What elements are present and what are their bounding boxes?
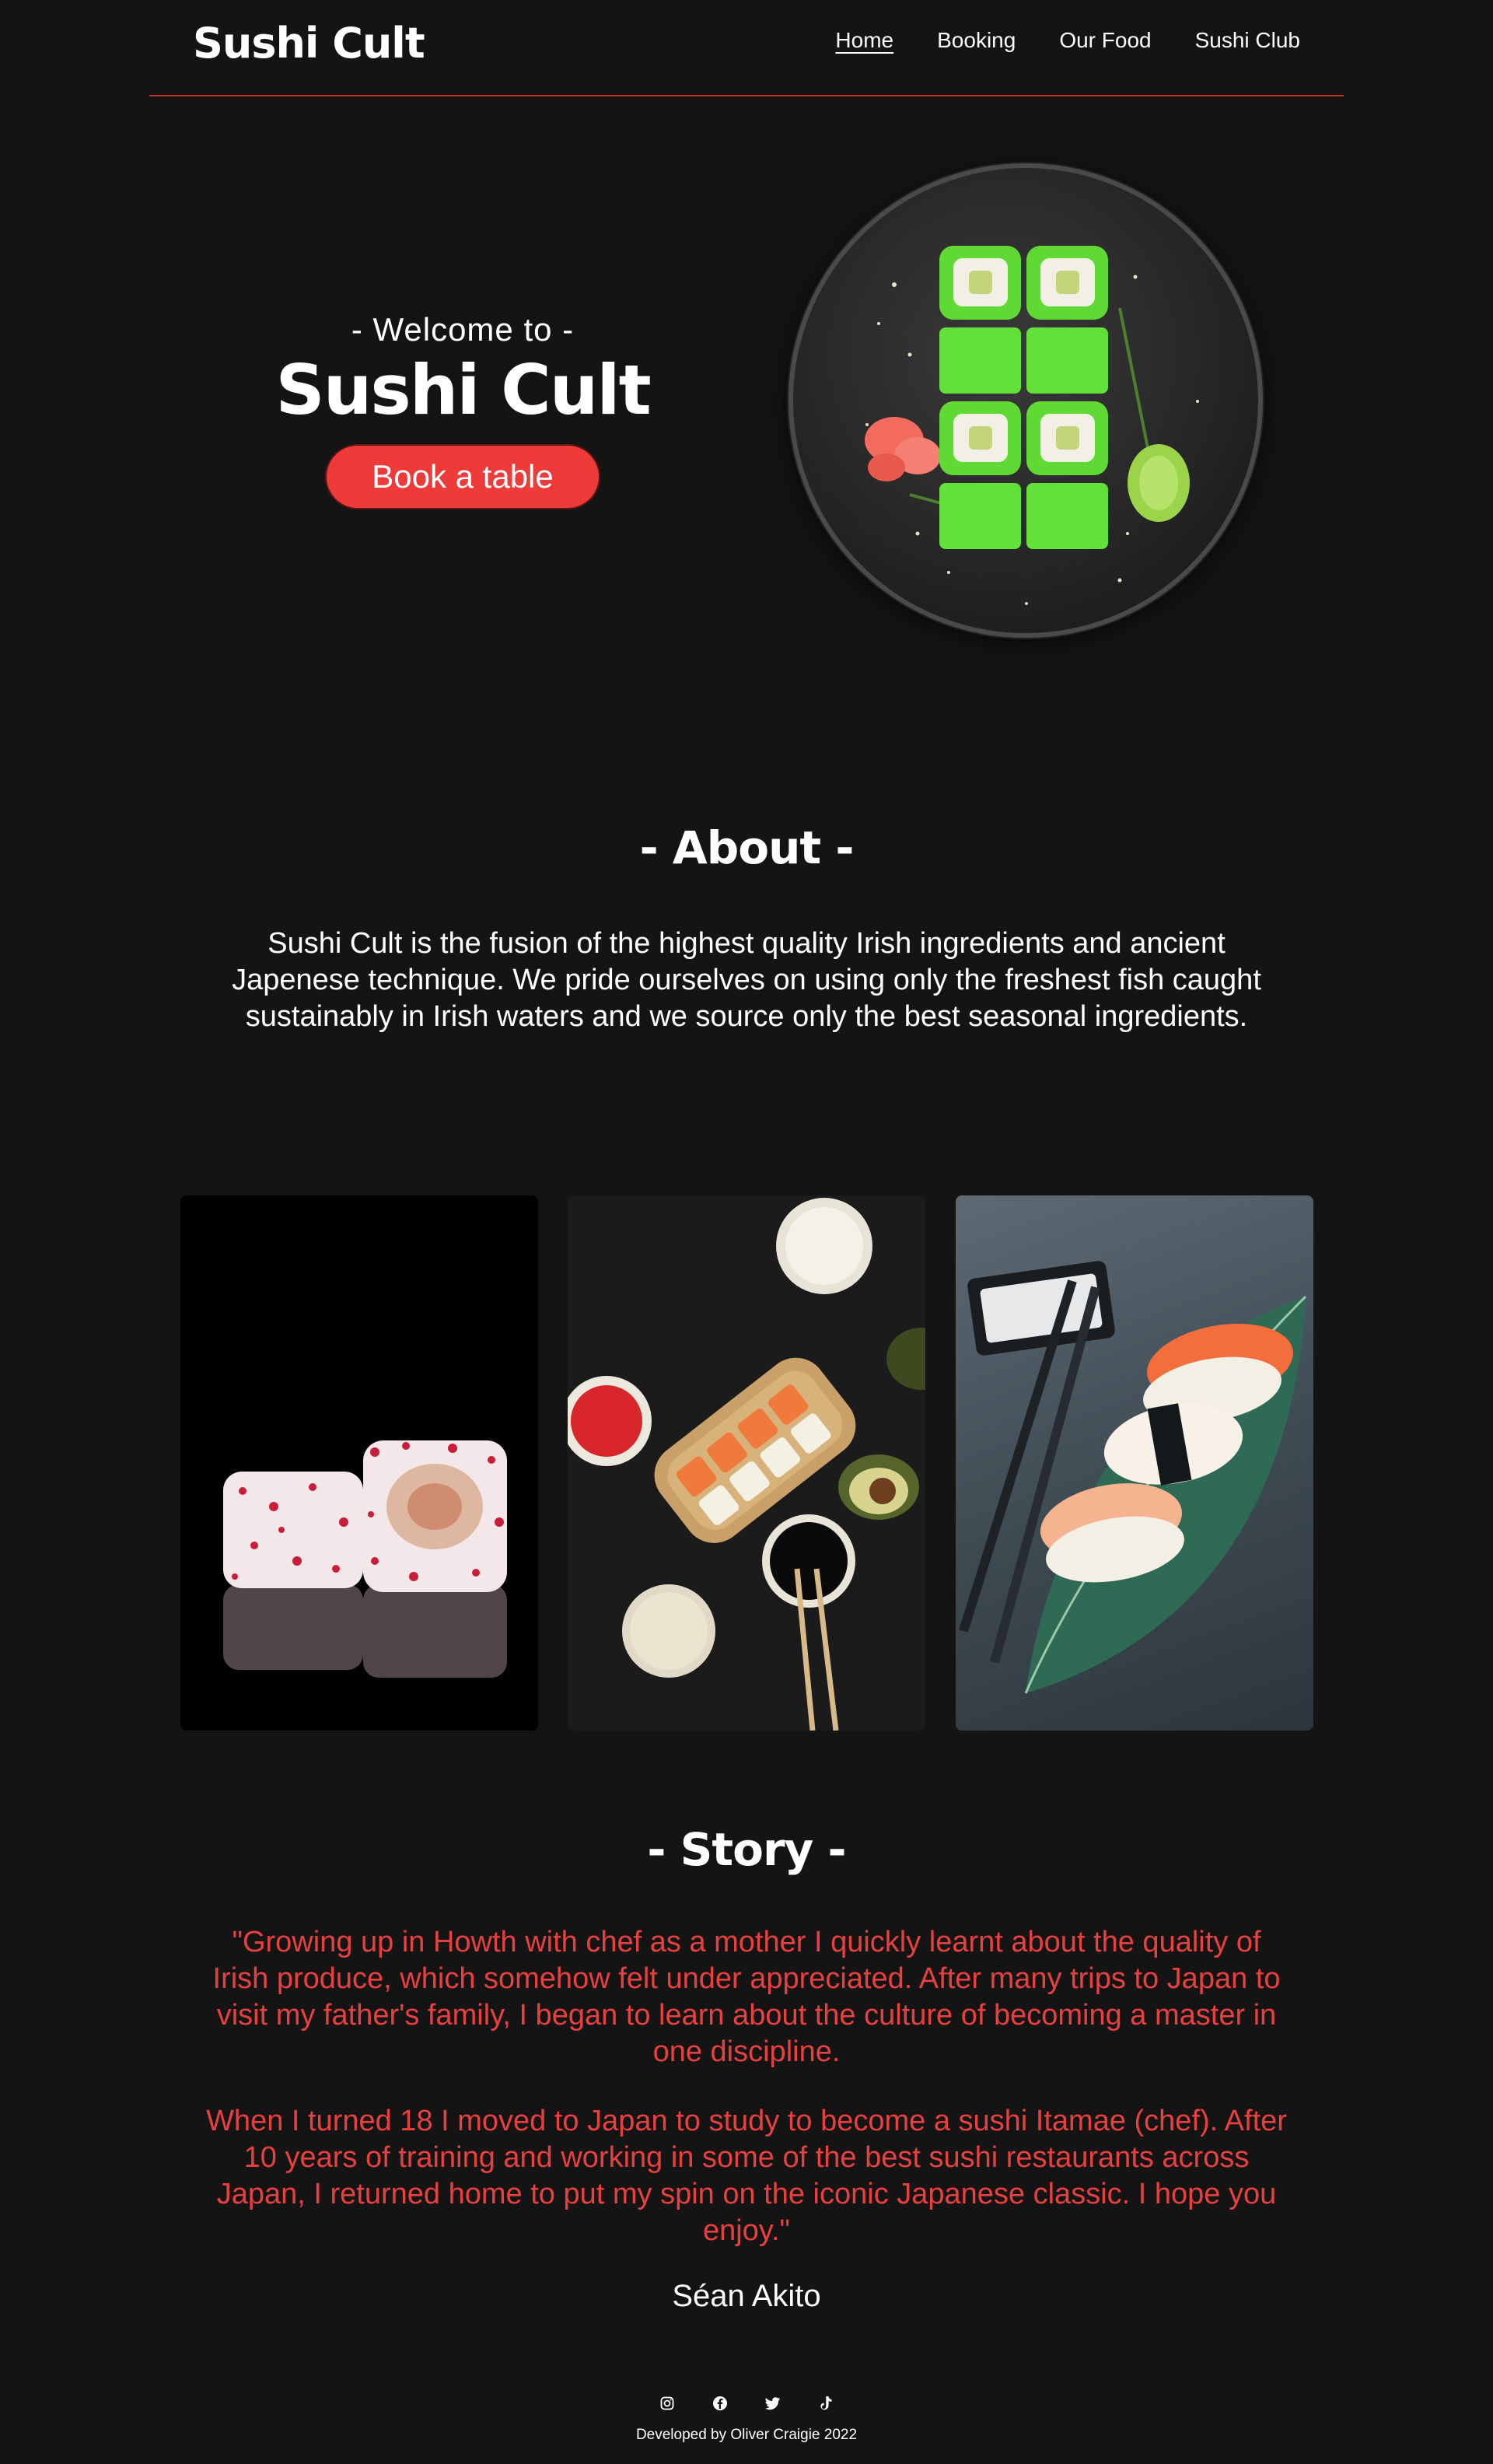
story-author: Séan Akito	[672, 2279, 821, 2313]
nav-sushi-club[interactable]: Sushi Club	[1195, 28, 1300, 53]
hero-welcome: - Welcome to -	[351, 311, 575, 348]
about-text: Sushi Cult is the fusion of the highest …	[232, 927, 1261, 1033]
brand-logo[interactable]: Sushi Cult	[193, 19, 425, 68]
nav-booking[interactable]: Booking	[937, 28, 1016, 53]
gallery-image-sushi-board	[568, 1195, 925, 1731]
facebook-icon[interactable]	[711, 2394, 729, 2413]
tiktok-icon[interactable]	[816, 2394, 835, 2413]
footer-credit: Developed by Oliver Craigie 2022	[635, 2427, 858, 2443]
hero-sushi-plate-image	[788, 163, 1263, 638]
story-heading: - Story -	[647, 1823, 846, 1876]
social-links	[0, 2394, 1493, 2413]
nigiri-illustration	[959, 1261, 1307, 1694]
nav-home[interactable]: Home	[835, 28, 893, 53]
story-paragraph-1: "Growing up in Howth with chef as a moth…	[212, 1926, 1281, 2068]
gallery-image-red-rolls	[180, 1195, 538, 1731]
gallery-image-nigiri	[956, 1195, 1313, 1731]
red-rolls-illustration	[223, 1440, 507, 1678]
twitter-icon[interactable]	[764, 2394, 782, 2413]
main-nav: Home Booking Our Food Sushi Club	[835, 28, 1300, 53]
hero-title: Sushi Cult	[275, 350, 651, 430]
sushi-plate-illustration	[865, 246, 1199, 605]
site-header: Sushi Cult Home Booking Our Food Sushi C…	[149, 0, 1344, 96]
hero: - Welcome to - Sushi Cult Book a table	[233, 311, 692, 509]
story-paragraph-2: When I turned 18 I moved to Japan to stu…	[206, 2105, 1287, 2247]
sushi-board-illustration	[568, 1198, 925, 1731]
about-heading: - About -	[639, 821, 855, 874]
instagram-icon[interactable]	[658, 2394, 677, 2413]
nav-our-food[interactable]: Our Food	[1059, 28, 1151, 53]
book-table-button[interactable]: Book a table	[325, 443, 600, 509]
